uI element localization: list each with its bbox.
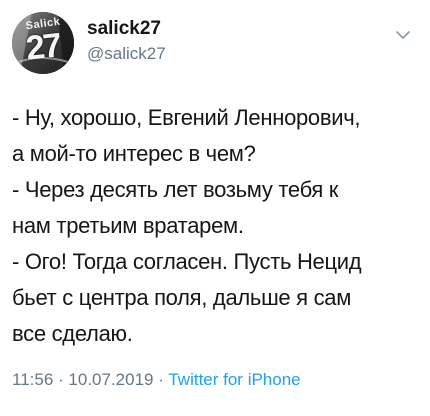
tweet-line: - Через десять лет возьму тебя к (12, 177, 339, 202)
tweet-source-link[interactable]: Twitter for iPhone (168, 370, 300, 389)
tweet-line: бьет с центра поля, дальше я сам (12, 285, 352, 310)
author-display-name[interactable]: salick27 (87, 18, 161, 40)
author-handle[interactable]: @salick27 (87, 44, 166, 64)
chevron-down-icon[interactable] (395, 28, 411, 40)
tweet-card: Salick 27 salick27 @salick27 - Ну, хорош… (0, 0, 430, 416)
tweet-line: нам третьим вратарем. (12, 213, 244, 238)
tweet-line: все сделаю. (12, 321, 133, 346)
tweet-date[interactable]: 10.07.2019 (68, 370, 153, 389)
tweet-time[interactable]: 11:56 (12, 370, 53, 389)
meta-separator: · (158, 370, 164, 389)
tweet-line: - Ого! Тогда согласен. Пусть Нецид (12, 249, 362, 274)
avatar[interactable]: Salick 27 (12, 12, 74, 74)
meta-separator: · (58, 370, 64, 389)
tweet-body: - Ну, хорошо, Евгений Леннорович, а мой-… (12, 100, 422, 352)
tweet-line: - Ну, хорошо, Евгений Леннорович, (12, 105, 361, 130)
avatar-overlay: Salick 27 (12, 12, 74, 74)
tweet-line: а мой-то интерес в чем? (12, 141, 256, 166)
tweet-meta: 11:56 · 10.07.2019 · Twitter for iPhone (12, 370, 301, 390)
avatar-jersey-number: 27 (24, 26, 62, 68)
